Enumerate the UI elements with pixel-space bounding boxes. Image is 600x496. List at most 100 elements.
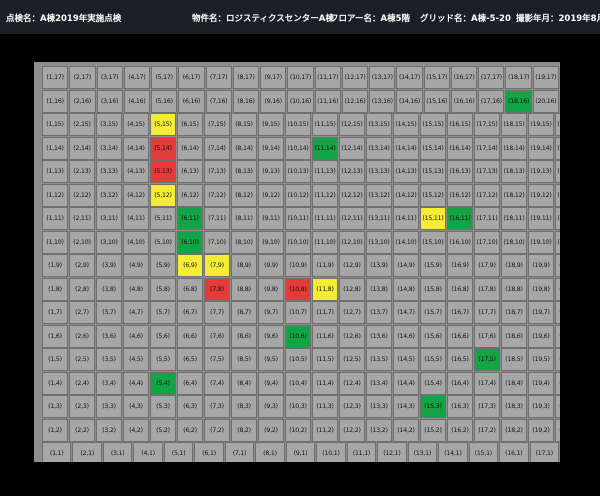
grid-cell[interactable]: (11,5)	[312, 348, 338, 371]
grid-cell[interactable]: (4,11)	[123, 207, 149, 230]
grid-cell[interactable]: (7,8)	[204, 277, 230, 301]
grid-cell[interactable]: (15,10)	[420, 230, 446, 254]
grid-cell[interactable]: (6,9)	[177, 254, 203, 277]
grid-cell[interactable]: (3,8)	[96, 277, 122, 301]
grid-cell[interactable]: (1,3)	[42, 395, 68, 418]
grid-cell[interactable]: (12,1)	[377, 442, 407, 462]
grid-cell[interactable]: (10,10)	[285, 230, 311, 254]
grid-cell[interactable]: (2,6)	[69, 324, 95, 348]
grid-cell[interactable]: (2,16)	[69, 89, 96, 113]
grid-cell[interactable]: (8,3)	[231, 395, 257, 418]
grid-cell[interactable]: (7,11)	[204, 207, 230, 230]
grid-cell[interactable]: (1,15)	[42, 113, 68, 136]
grid-cell[interactable]: (19,5)	[528, 348, 554, 371]
grid-cell[interactable]: (10,17)	[287, 66, 314, 89]
grid-cell[interactable]: (16,9)	[447, 254, 473, 277]
grid-cell[interactable]: (1,6)	[42, 324, 68, 348]
grid-cell[interactable]: (15,12)	[420, 183, 446, 207]
grid-cell[interactable]: (13,1)	[407, 442, 438, 462]
grid-cell[interactable]: (3,14)	[96, 136, 122, 160]
grid-cell[interactable]: (9,14)	[258, 136, 284, 160]
grid-cell[interactable]: (19,17)	[532, 66, 559, 89]
grid-cell[interactable]: (15,15)	[420, 113, 446, 136]
grid-cell[interactable]: (1,7)	[42, 301, 68, 324]
grid-cell[interactable]: (10,8)	[285, 277, 311, 301]
grid-cell[interactable]: (4,16)	[123, 89, 151, 113]
grid-cell[interactable]: (13,13)	[366, 160, 392, 183]
grid-cell[interactable]: (11,17)	[314, 66, 341, 89]
grid-cell[interactable]: (8,6)	[231, 324, 257, 348]
grid-cell[interactable]: (20,10)	[555, 230, 560, 254]
grid-cell[interactable]: (16,15)	[447, 113, 473, 136]
grid-cell[interactable]: (14,2)	[393, 418, 419, 442]
grid-cell[interactable]: (13,5)	[366, 348, 392, 371]
grid-cell[interactable]: (10,11)	[285, 207, 311, 230]
grid-cell[interactable]: (16,8)	[447, 277, 473, 301]
grid-cell[interactable]: (4,15)	[123, 113, 149, 136]
grid-cell[interactable]: (2,5)	[69, 348, 95, 371]
grid-cell[interactable]: (8,1)	[255, 442, 285, 462]
grid-cell[interactable]: (6,17)	[178, 66, 205, 89]
grid-cell[interactable]: (5,1)	[163, 442, 194, 462]
grid-cell[interactable]: (5,17)	[151, 66, 178, 89]
grid-cell[interactable]: (16,7)	[447, 301, 473, 324]
grid-cell[interactable]: (7,13)	[204, 160, 230, 183]
grid-cell[interactable]: (14,10)	[393, 230, 419, 254]
grid-cell[interactable]: (9,6)	[258, 324, 284, 348]
grid-cell[interactable]: (5,7)	[150, 301, 176, 324]
grid-cell[interactable]: (5,2)	[150, 418, 176, 442]
grid-cell[interactable]: (20,11)	[555, 207, 560, 230]
grid-cell[interactable]: (9,3)	[258, 395, 284, 418]
grid-cell[interactable]: (6,6)	[177, 324, 203, 348]
grid-cell[interactable]: (11,16)	[314, 89, 341, 113]
grid-cell[interactable]: (8,7)	[231, 301, 257, 324]
grid-cell[interactable]: (9,15)	[258, 113, 284, 136]
grid-cell[interactable]: (3,11)	[96, 207, 122, 230]
grid-cell[interactable]: (19,13)	[528, 160, 554, 183]
grid-cell[interactable]: (15,9)	[420, 254, 446, 277]
grid-cell[interactable]: (17,14)	[474, 136, 500, 160]
grid-cell[interactable]: (17,16)	[478, 89, 505, 113]
grid-cell[interactable]: (12,13)	[339, 160, 365, 183]
grid-cell[interactable]: (20,5)	[555, 348, 560, 371]
grid-cell[interactable]: (9,9)	[258, 254, 284, 277]
grid-cell[interactable]: (20,15)	[555, 113, 560, 136]
grid-cell[interactable]: (16,12)	[447, 183, 473, 207]
grid-cell[interactable]: (1,16)	[42, 89, 69, 113]
grid-cell[interactable]: (6,16)	[178, 89, 205, 113]
grid-cell[interactable]: (11,2)	[312, 418, 338, 442]
grid-cell[interactable]: (1,8)	[42, 277, 68, 301]
grid-cell[interactable]: (14,11)	[393, 207, 419, 230]
grid-cell[interactable]: (4,1)	[133, 442, 163, 462]
grid-cell[interactable]: (18,6)	[501, 324, 527, 348]
grid-cell[interactable]: (6,7)	[177, 301, 203, 324]
grid-cell[interactable]: (19,3)	[528, 395, 554, 418]
grid-cell[interactable]: (4,8)	[123, 277, 149, 301]
grid-cell[interactable]: (7,5)	[204, 348, 230, 371]
grid-cell[interactable]: (5,15)	[150, 113, 176, 136]
grid-cell[interactable]: (19,15)	[528, 113, 554, 136]
grid-cell[interactable]: (12,8)	[339, 277, 365, 301]
grid-cell[interactable]: (3,5)	[96, 348, 122, 371]
grid-cell[interactable]: (13,12)	[366, 183, 392, 207]
grid-cell[interactable]: (7,16)	[205, 89, 232, 113]
grid-cell[interactable]: (5,14)	[150, 136, 176, 160]
grid-cell[interactable]: (1,4)	[42, 371, 68, 395]
grid-cell[interactable]: (11,3)	[312, 395, 338, 418]
grid-cell[interactable]: (16,4)	[447, 371, 473, 395]
grid-cell[interactable]: (20,8)	[555, 277, 560, 301]
grid-cell[interactable]: (3,16)	[96, 89, 123, 113]
grid-cell[interactable]: (12,10)	[339, 230, 365, 254]
grid-cell[interactable]: (19,12)	[528, 183, 554, 207]
grid-cell[interactable]: (17,13)	[474, 160, 500, 183]
grid-cell[interactable]: (3,9)	[96, 254, 122, 277]
grid-cell[interactable]: (6,2)	[177, 418, 203, 442]
grid-cell[interactable]: (15,4)	[420, 371, 446, 395]
grid-cell[interactable]: (16,5)	[447, 348, 473, 371]
grid-cell[interactable]: (4,6)	[123, 324, 149, 348]
grid-cell[interactable]: (10,1)	[316, 442, 346, 462]
grid-cell[interactable]: (4,14)	[123, 136, 149, 160]
grid-cell[interactable]: (8,15)	[231, 113, 257, 136]
grid-cell[interactable]: (14,4)	[393, 371, 419, 395]
grid-cell[interactable]: (16,17)	[450, 66, 478, 89]
